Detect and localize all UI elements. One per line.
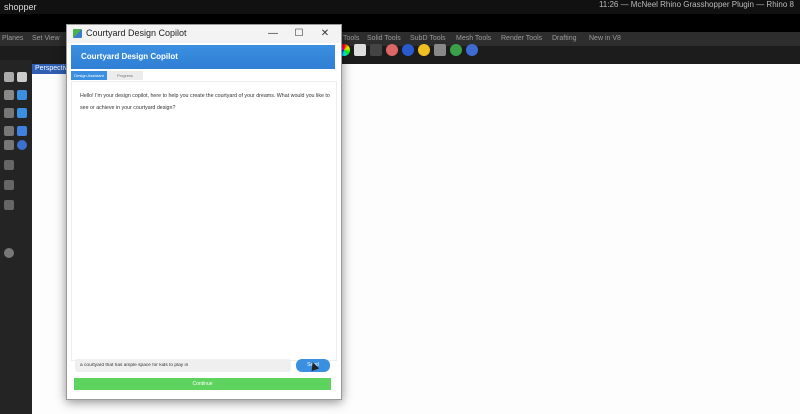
assistant-message: Hello! I'm your design copilot, here to … [80, 93, 330, 111]
grasshopper-icon[interactable] [434, 44, 446, 56]
help-icon[interactable] [466, 44, 478, 56]
host-tab[interactable]: Mesh Tools [456, 35, 491, 42]
host-titlebar: shopper 11:26 — McNeel Rhino Grasshopper… [0, 0, 800, 14]
dots-icon[interactable] [4, 140, 14, 150]
tab-progress[interactable]: Progress [107, 71, 143, 80]
minimize-icon[interactable]: — [263, 27, 283, 41]
globe-icon[interactable] [450, 44, 462, 56]
header-title: Courtyard Design Copilot [81, 52, 178, 61]
render-icon[interactable] [354, 44, 366, 56]
layer-icon[interactable] [4, 180, 14, 190]
snap-icon[interactable] [4, 160, 14, 170]
host-top-right-text: 11:26 — McNeel Rhino Grasshopper Plugin … [598, 0, 794, 9]
document-icon[interactable] [17, 72, 27, 82]
host-left-toolbar [0, 60, 32, 414]
host-app-title: shopper [4, 2, 37, 12]
select-icon[interactable] [4, 72, 14, 82]
dialog-titlebar[interactable]: Courtyard Design Copilot — ☐ ✕ [67, 25, 341, 43]
chat-area: Hello! I'm your design copilot, here to … [71, 81, 337, 361]
gear-icon[interactable] [4, 248, 14, 258]
host-tab[interactable]: Render Tools [501, 35, 542, 42]
close-icon[interactable]: ✕ [315, 27, 335, 41]
host-tab[interactable]: Tools [343, 35, 359, 42]
header-banner: Courtyard Design Copilot [71, 45, 335, 69]
dialog-tab-bar: Design Assistant Progress [71, 71, 335, 81]
rectangle-icon[interactable] [4, 90, 14, 100]
transform-icon[interactable] [4, 126, 14, 136]
rotate-icon[interactable] [17, 90, 27, 100]
curve-icon[interactable] [17, 108, 27, 118]
sun-icon[interactable] [418, 44, 430, 56]
copilot-dialog: Courtyard Design Copilot — ☐ ✕ Courtyard… [66, 24, 342, 400]
dialog-title: Courtyard Design Copilot [86, 28, 187, 38]
tab-design-assistant[interactable]: Design Assistant [71, 71, 107, 80]
question-icon[interactable] [17, 140, 27, 150]
host-tab[interactable]: New in V8 [589, 35, 621, 42]
host-tab[interactable]: Set View [32, 35, 60, 42]
gumball-icon[interactable] [17, 126, 27, 136]
host-tab[interactable]: Solid Tools [367, 35, 401, 42]
material-icon[interactable] [386, 44, 398, 56]
host-tab[interactable]: Drafting [552, 35, 577, 42]
host-tab[interactable]: Planes [2, 35, 23, 42]
continue-button[interactable]: Continue [74, 378, 331, 390]
input-row: Send [75, 359, 333, 373]
snapshot-icon[interactable] [370, 44, 382, 56]
cut-icon[interactable] [4, 200, 14, 210]
sphere-icon[interactable] [402, 44, 414, 56]
maximize-icon[interactable]: ☐ [289, 27, 309, 41]
pencil-icon[interactable] [4, 108, 14, 118]
app-icon [73, 29, 82, 38]
host-tab[interactable]: SubD Tools [410, 35, 446, 42]
host-toolbar-icons [338, 44, 478, 60]
chat-input[interactable] [75, 359, 291, 372]
